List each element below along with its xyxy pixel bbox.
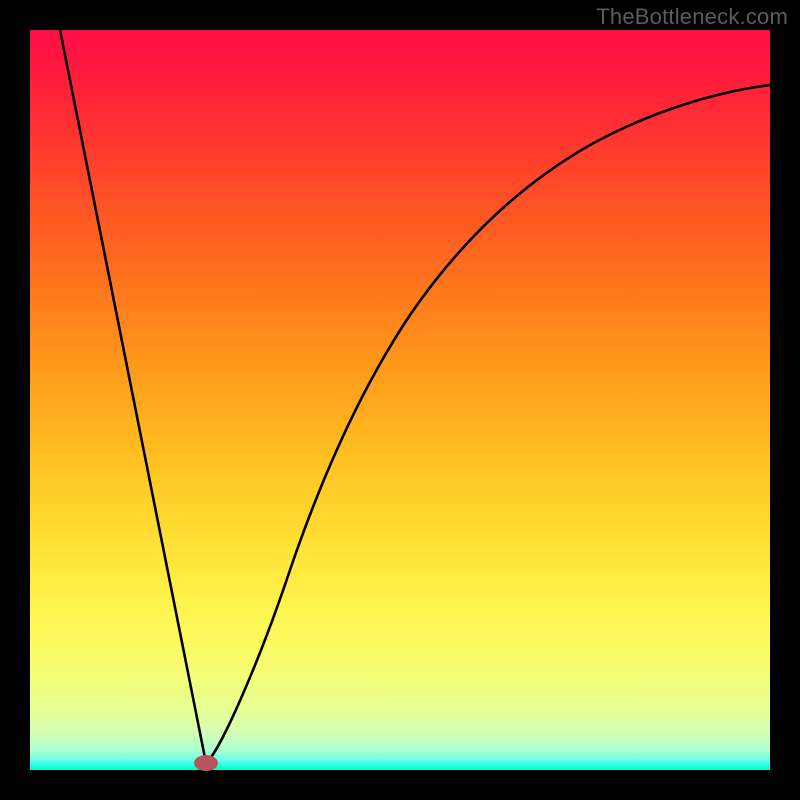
bottleneck-curve <box>60 30 770 763</box>
chart-frame: TheBottleneck.com <box>0 0 800 800</box>
plot-area <box>30 30 770 770</box>
watermark-text: TheBottleneck.com <box>596 4 788 30</box>
plot-svg <box>30 30 770 770</box>
optimal-point-marker <box>194 755 218 771</box>
